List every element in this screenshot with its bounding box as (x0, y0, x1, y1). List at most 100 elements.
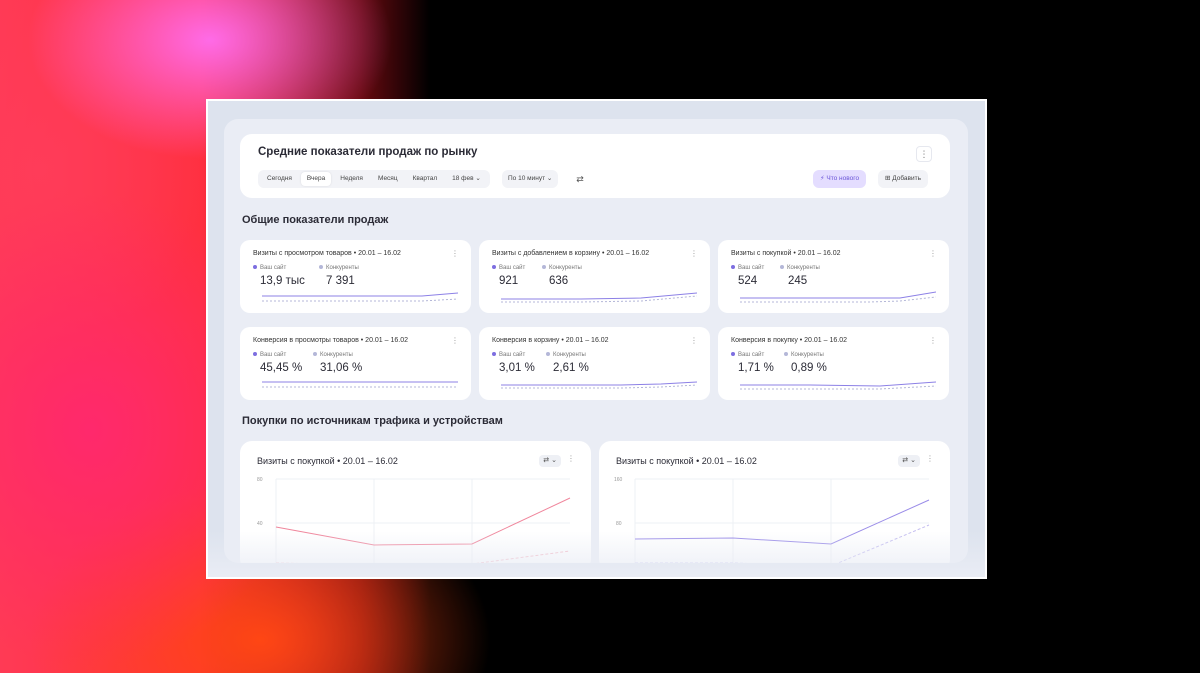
chart-settings-dropdown[interactable]: ⇄ ⌄ (539, 455, 561, 467)
traffic-section-title: Покупки по источникам трафика и устройст… (242, 415, 503, 427)
kpi-own-value: 1,71 % (738, 362, 774, 374)
sparkline (262, 292, 458, 302)
legend-own: Ваш сайт (492, 265, 525, 271)
kpi-card[interactable]: Визиты с просмотром товаров • 20.01 – 16… (240, 240, 471, 313)
legend-own-label: Ваш сайт (499, 265, 526, 271)
kpi-title: Конверсия в корзину • 20.01 – 16.02 (492, 337, 609, 344)
more-menu-icon[interactable]: ⋮ (916, 146, 932, 162)
chart-title: Визиты с покупкой • 20.01 – 16.02 (616, 456, 757, 466)
kpi-competitors-value: 245 (788, 275, 808, 287)
tab-month[interactable]: Месяц (372, 172, 404, 186)
legend-competitors-label: Конкуренты (553, 352, 586, 358)
whats-new-label: Что нового (826, 175, 860, 182)
kpi-own-value: 13,9 тыс (260, 275, 305, 287)
chart-settings-dropdown[interactable]: ⇄ ⌄ (898, 455, 920, 467)
legend-own-label: Ваш сайт (499, 352, 526, 358)
chevron-down-icon: ⌄ (475, 175, 481, 182)
legend-dot (780, 265, 784, 270)
legend-competitors-label: Конкуренты (787, 265, 820, 271)
interval-select-label: По 10 минут (508, 175, 546, 182)
kpi-card[interactable]: Визиты с добавлением в корзину • 20.01 –… (479, 240, 710, 313)
more-menu-icon[interactable]: ⋮ (690, 249, 698, 258)
kpi-own-value: 3,01 % (499, 362, 535, 374)
kpi-title: Визиты с просмотром товаров • 20.01 – 16… (253, 250, 401, 257)
kpi-own-value: 524 (738, 275, 758, 287)
legend-competitors-label: Конкуренты (320, 352, 353, 358)
legend-own: Ваш сайт (731, 352, 764, 358)
more-menu-icon[interactable]: ⋮ (926, 454, 934, 463)
bottom-fade (208, 531, 985, 577)
screenshot-frame: Средние показатели продаж по рынку ⋮ Сег… (206, 99, 987, 579)
kpi-title: Визиты с добавлением в корзину • 20.01 –… (492, 250, 650, 257)
legend-competitors-label: Конкуренты (549, 265, 582, 271)
legend-dot (542, 265, 546, 270)
kpi-competitors-value: 31,06 % (320, 362, 363, 374)
chevron-down-icon: ⌄ (551, 457, 557, 464)
sparkline (740, 291, 936, 303)
legend-dot (253, 265, 257, 270)
legend-dot (319, 265, 323, 270)
legend-competitors: Конкуренты (784, 352, 824, 358)
tab-week[interactable]: Неделя (334, 172, 369, 186)
tab-today[interactable]: Сегодня (261, 172, 298, 186)
legend-dot (731, 265, 735, 270)
whats-new-button[interactable]: ⚡ Что нового (813, 170, 867, 188)
y-tick-label: 40 (257, 521, 263, 527)
kpi-competitors-value: 636 (549, 275, 569, 287)
y-tick-label: 80 (616, 521, 622, 527)
header-card: Средние показатели продаж по рынку ⋮ Сег… (240, 134, 950, 198)
tab-quarter[interactable]: Квартал (407, 172, 444, 186)
kpi-own-value: 45,45 % (260, 362, 303, 374)
filters-icon[interactable]: ⇄ (573, 170, 587, 188)
more-menu-icon[interactable]: ⋮ (567, 454, 575, 463)
more-menu-icon[interactable]: ⋮ (929, 336, 937, 345)
legend-dot (784, 352, 788, 357)
kpi-title: Конверсия в просмотры товаров • 20.01 – … (253, 337, 408, 344)
kpi-section-title: Общие показатели продаж (242, 214, 389, 226)
y-tick-label: 160 (614, 477, 623, 483)
kpi-title: Конверсия в покупку • 20.01 – 16.02 (731, 337, 847, 344)
legend-dot (313, 352, 317, 357)
more-menu-icon[interactable]: ⋮ (451, 249, 459, 258)
legend-dot (253, 352, 257, 357)
legend-own: Ваш сайт (253, 265, 286, 271)
date-select-label: 18 фев (452, 175, 474, 182)
more-menu-icon[interactable]: ⋮ (451, 336, 459, 345)
y-tick-label: 80 (257, 477, 263, 483)
more-menu-icon[interactable]: ⋮ (690, 336, 698, 345)
kpi-competitors-value: 2,61 % (553, 362, 589, 374)
more-menu-icon[interactable]: ⋮ (929, 249, 937, 258)
tab-yesterday[interactable]: Вчера (300, 172, 332, 186)
legend-competitors: Конкуренты (546, 352, 586, 358)
sparkline (501, 381, 697, 389)
interval-select[interactable]: По 10 минут ⌄ (502, 170, 559, 188)
legend-dot (492, 265, 496, 270)
sparkline (501, 292, 697, 303)
kpi-card[interactable]: Конверсия в покупку • 20.01 – 16.02 ⋮ Ва… (718, 327, 949, 400)
legend-dot (492, 352, 496, 357)
kpi-competitors-value: 0,89 % (791, 362, 827, 374)
legend-own-label: Ваш сайт (260, 265, 287, 271)
kpi-title: Визиты с покупкой • 20.01 – 16.02 (731, 250, 841, 257)
dashboard-panel: Средние показатели продаж по рынку ⋮ Сег… (224, 119, 968, 563)
legend-own: Ваш сайт (253, 352, 286, 358)
dashboard-screen: Средние показатели продаж по рынку ⋮ Сег… (208, 101, 985, 577)
kpi-own-value: 921 (499, 275, 519, 287)
sparkline (740, 381, 936, 390)
legend-competitors-label: Конкуренты (791, 352, 824, 358)
chart-title: Визиты с покупкой • 20.01 – 16.02 (257, 456, 398, 466)
filters-icon: ⇄ (543, 457, 550, 464)
add-button-label: Добавить (892, 175, 921, 182)
kpi-card[interactable]: Конверсия в корзину • 20.01 – 16.02 ⋮ Ва… (479, 327, 710, 400)
lightning-icon: ⚡ (820, 175, 825, 182)
chevron-down-icon: ⌄ (910, 457, 916, 464)
legend-own-label: Ваш сайт (260, 352, 287, 358)
page-title: Средние показатели продаж по рынку (258, 146, 478, 158)
filters-icon: ⇄ (902, 457, 909, 464)
kpi-card[interactable]: Визиты с покупкой • 20.01 – 16.02 ⋮ Ваш … (718, 240, 949, 313)
period-tabs: Сегодня Вчера Неделя Месяц Квартал 18 фе… (258, 170, 490, 188)
legend-competitors: Конкуренты (780, 265, 820, 271)
kpi-card[interactable]: Конверсия в просмотры товаров • 20.01 – … (240, 327, 471, 400)
add-button[interactable]: ⊞ Добавить (878, 170, 928, 188)
date-select[interactable]: 18 фев ⌄ (446, 172, 487, 186)
